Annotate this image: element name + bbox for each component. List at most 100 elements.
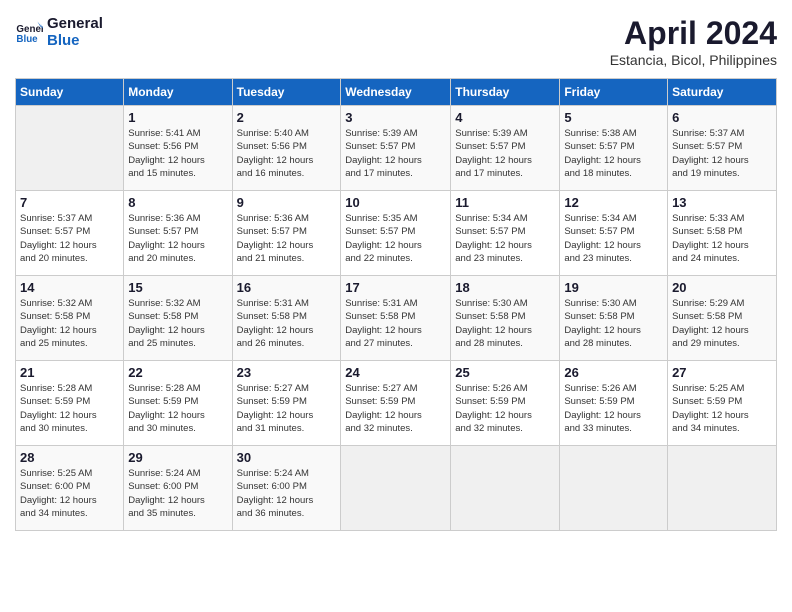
day-number: 9 xyxy=(237,195,337,210)
day-info: Sunrise: 5:38 AMSunset: 5:57 PMDaylight:… xyxy=(564,127,663,180)
calendar-cell: 21 Sunrise: 5:28 AMSunset: 5:59 PMDayligh… xyxy=(16,361,124,446)
day-info: Sunrise: 5:36 AMSunset: 5:57 PMDaylight:… xyxy=(237,212,337,265)
calendar-cell: 19 Sunrise: 5:30 AMSunset: 5:58 PMDayligh… xyxy=(560,276,668,361)
logo-general: General xyxy=(47,15,103,32)
day-number: 14 xyxy=(20,280,119,295)
calendar-cell: 6 Sunrise: 5:37 AMSunset: 5:57 PMDaylight… xyxy=(668,106,777,191)
weekday-wednesday: Wednesday xyxy=(341,79,451,106)
calendar-week-5: 28Sunrise: 5:25 AMSunset: 6:00 PMDayligh… xyxy=(16,446,777,531)
calendar-cell xyxy=(16,106,124,191)
day-number: 18 xyxy=(455,280,555,295)
calendar-cell: 28Sunrise: 5:25 AMSunset: 6:00 PMDayligh… xyxy=(16,446,124,531)
day-info: Sunrise: 5:32 AMSunset: 5:58 PMDaylight:… xyxy=(128,297,227,350)
day-number: 21 xyxy=(20,365,119,380)
calendar-table: SundayMondayTuesdayWednesdayThursdayFrid… xyxy=(15,78,777,531)
calendar-cell: 9 Sunrise: 5:36 AMSunset: 5:57 PMDaylight… xyxy=(232,191,341,276)
day-number: 3 xyxy=(345,110,446,125)
location: Estancia, Bicol, Philippines xyxy=(610,52,777,68)
day-info: Sunrise: 5:27 AMSunset: 5:59 PMDaylight:… xyxy=(237,382,337,435)
calendar-cell: 15 Sunrise: 5:32 AMSunset: 5:58 PMDayligh… xyxy=(124,276,232,361)
calendar-cell: 17Sunrise: 5:31 AMSunset: 5:58 PMDayligh… xyxy=(341,276,451,361)
day-number: 2 xyxy=(237,110,337,125)
day-info: Sunrise: 5:28 AMSunset: 5:59 PMDaylight:… xyxy=(20,382,119,435)
day-info: Sunrise: 5:24 AMSunset: 6:00 PMDaylight:… xyxy=(237,467,337,520)
weekday-sunday: Sunday xyxy=(16,79,124,106)
calendar-cell: 23 Sunrise: 5:27 AMSunset: 5:59 PMDayligh… xyxy=(232,361,341,446)
day-info: Sunrise: 5:26 AMSunset: 5:59 PMDaylight:… xyxy=(455,382,555,435)
day-info: Sunrise: 5:29 AMSunset: 5:58 PMDaylight:… xyxy=(672,297,772,350)
day-info: Sunrise: 5:26 AMSunset: 5:59 PMDaylight:… xyxy=(564,382,663,435)
logo-icon: General Blue xyxy=(15,18,43,46)
day-info: Sunrise: 5:34 AMSunset: 5:57 PMDaylight:… xyxy=(564,212,663,265)
calendar-cell: 8 Sunrise: 5:36 AMSunset: 5:57 PMDaylight… xyxy=(124,191,232,276)
weekday-monday: Monday xyxy=(124,79,232,106)
day-info: Sunrise: 5:36 AMSunset: 5:57 PMDaylight:… xyxy=(128,212,227,265)
day-number: 25 xyxy=(455,365,555,380)
day-info: Sunrise: 5:39 AMSunset: 5:57 PMDaylight:… xyxy=(345,127,446,180)
calendar-week-4: 21 Sunrise: 5:28 AMSunset: 5:59 PMDayligh… xyxy=(16,361,777,446)
day-info: Sunrise: 5:37 AMSunset: 5:57 PMDaylight:… xyxy=(20,212,119,265)
calendar-cell: 26 Sunrise: 5:26 AMSunset: 5:59 PMDayligh… xyxy=(560,361,668,446)
day-info: Sunrise: 5:31 AMSunset: 5:58 PMDaylight:… xyxy=(345,297,446,350)
day-info: Sunrise: 5:37 AMSunset: 5:57 PMDaylight:… xyxy=(672,127,772,180)
day-number: 10 xyxy=(345,195,446,210)
svg-text:Blue: Blue xyxy=(16,34,38,45)
calendar-cell: 7 Sunrise: 5:37 AMSunset: 5:57 PMDaylight… xyxy=(16,191,124,276)
logo-blue: Blue xyxy=(47,32,103,49)
day-info: Sunrise: 5:25 AMSunset: 6:00 PMDaylight:… xyxy=(20,467,119,520)
calendar-cell: 12 Sunrise: 5:34 AMSunset: 5:57 PMDayligh… xyxy=(560,191,668,276)
day-number: 19 xyxy=(564,280,663,295)
day-number: 8 xyxy=(128,195,227,210)
calendar-week-2: 7 Sunrise: 5:37 AMSunset: 5:57 PMDaylight… xyxy=(16,191,777,276)
day-number: 4 xyxy=(455,110,555,125)
day-info: Sunrise: 5:30 AMSunset: 5:58 PMDaylight:… xyxy=(564,297,663,350)
calendar-cell: 1Sunrise: 5:41 AMSunset: 5:56 PMDaylight… xyxy=(124,106,232,191)
day-number: 24 xyxy=(345,365,446,380)
calendar-cell: 16 Sunrise: 5:31 AMSunset: 5:58 PMDayligh… xyxy=(232,276,341,361)
calendar-cell: 24Sunrise: 5:27 AMSunset: 5:59 PMDayligh… xyxy=(341,361,451,446)
day-info: Sunrise: 5:24 AMSunset: 6:00 PMDaylight:… xyxy=(128,467,227,520)
calendar-cell: 25 Sunrise: 5:26 AMSunset: 5:59 PMDayligh… xyxy=(451,361,560,446)
calendar-cell xyxy=(451,446,560,531)
day-info: Sunrise: 5:40 AMSunset: 5:56 PMDaylight:… xyxy=(237,127,337,180)
day-number: 15 xyxy=(128,280,227,295)
day-info: Sunrise: 5:33 AMSunset: 5:58 PMDaylight:… xyxy=(672,212,772,265)
day-info: Sunrise: 5:35 AMSunset: 5:57 PMDaylight:… xyxy=(345,212,446,265)
day-number: 12 xyxy=(564,195,663,210)
day-number: 30 xyxy=(237,450,337,465)
weekday-thursday: Thursday xyxy=(451,79,560,106)
day-number: 22 xyxy=(128,365,227,380)
calendar-cell: 22 Sunrise: 5:28 AMSunset: 5:59 PMDayligh… xyxy=(124,361,232,446)
month-title: April 2024 xyxy=(610,15,777,52)
weekday-header-row: SundayMondayTuesdayWednesdayThursdayFrid… xyxy=(16,79,777,106)
calendar-cell: 4 Sunrise: 5:39 AMSunset: 5:57 PMDaylight… xyxy=(451,106,560,191)
calendar-cell: 5 Sunrise: 5:38 AMSunset: 5:57 PMDaylight… xyxy=(560,106,668,191)
calendar-cell: 10 Sunrise: 5:35 AMSunset: 5:57 PMDayligh… xyxy=(341,191,451,276)
calendar-cell: 14 Sunrise: 5:32 AMSunset: 5:58 PMDayligh… xyxy=(16,276,124,361)
weekday-friday: Friday xyxy=(560,79,668,106)
day-info: Sunrise: 5:32 AMSunset: 5:58 PMDaylight:… xyxy=(20,297,119,350)
calendar-cell: 13 Sunrise: 5:33 AMSunset: 5:58 PMDayligh… xyxy=(668,191,777,276)
day-number: 5 xyxy=(564,110,663,125)
day-number: 23 xyxy=(237,365,337,380)
calendar-cell: 18 Sunrise: 5:30 AMSunset: 5:58 PMDayligh… xyxy=(451,276,560,361)
day-number: 7 xyxy=(20,195,119,210)
day-info: Sunrise: 5:41 AMSunset: 5:56 PMDaylight:… xyxy=(128,127,227,180)
day-info: Sunrise: 5:31 AMSunset: 5:58 PMDaylight:… xyxy=(237,297,337,350)
title-area: April 2024 Estancia, Bicol, Philippines xyxy=(610,15,777,68)
day-number: 26 xyxy=(564,365,663,380)
calendar-cell: 30 Sunrise: 5:24 AMSunset: 6:00 PMDayligh… xyxy=(232,446,341,531)
day-number: 6 xyxy=(672,110,772,125)
day-number: 16 xyxy=(237,280,337,295)
logo: General Blue General Blue xyxy=(15,15,103,49)
day-number: 13 xyxy=(672,195,772,210)
day-number: 11 xyxy=(455,195,555,210)
calendar-body: 1Sunrise: 5:41 AMSunset: 5:56 PMDaylight… xyxy=(16,106,777,531)
day-info: Sunrise: 5:39 AMSunset: 5:57 PMDaylight:… xyxy=(455,127,555,180)
calendar-cell: 20 Sunrise: 5:29 AMSunset: 5:58 PMDayligh… xyxy=(668,276,777,361)
calendar-cell: 2 Sunrise: 5:40 AMSunset: 5:56 PMDaylight… xyxy=(232,106,341,191)
day-info: Sunrise: 5:30 AMSunset: 5:58 PMDaylight:… xyxy=(455,297,555,350)
day-number: 20 xyxy=(672,280,772,295)
day-info: Sunrise: 5:28 AMSunset: 5:59 PMDaylight:… xyxy=(128,382,227,435)
calendar-cell xyxy=(668,446,777,531)
